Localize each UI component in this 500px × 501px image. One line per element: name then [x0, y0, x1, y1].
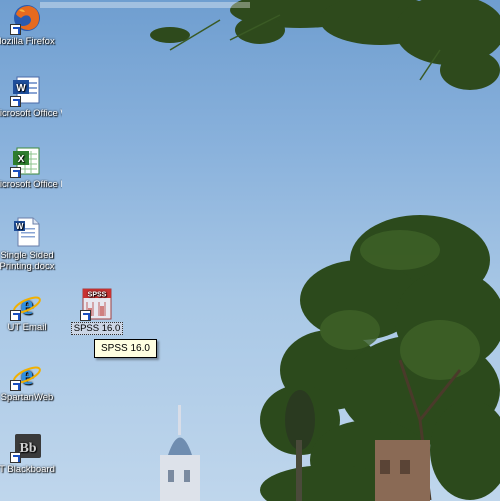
desktop-icon-label: Single Sided Printing.docx: [0, 250, 55, 272]
desktop-icon-document[interactable]: W Single Sided Printing.docx: [0, 216, 62, 272]
desktop-icon-excel[interactable]: X Microsoft Office Ex...: [0, 145, 62, 190]
excel-icon: X: [10, 145, 43, 178]
shortcut-arrow-icon: [10, 96, 21, 107]
internet-explorer-icon: e: [10, 288, 43, 321]
shortcut-arrow-icon: [10, 310, 21, 321]
shortcut-arrow-icon: [10, 167, 21, 178]
desktop-icon-word[interactable]: W Microsoft Office W...: [0, 74, 62, 119]
desktop-icon-firefox[interactable]: lozilla Firefox: [0, 2, 62, 47]
spss-icon: SPSS: [80, 288, 113, 321]
svg-text:e: e: [21, 290, 33, 320]
word-doc-icon: W: [11, 216, 43, 248]
shortcut-arrow-icon: [10, 452, 21, 463]
desktop-icon-label: UT Email: [7, 322, 47, 333]
shortcut-arrow-icon: [10, 380, 21, 391]
svg-text:W: W: [16, 222, 24, 231]
desktop-icon-label: lozilla Firefox: [0, 36, 55, 47]
desktop-icon-blackboard[interactable]: Bb T Blackboard: [0, 430, 62, 475]
word-icon: W: [10, 74, 43, 107]
svg-text:SPSS: SPSS: [88, 292, 107, 299]
desktop-icon-label: T Blackboard: [0, 464, 55, 475]
desktop-background[interactable]: lozilla Firefox W Microsoft Office W...: [0, 0, 500, 501]
internet-explorer-icon: e: [10, 358, 43, 391]
desktop-icon-spss[interactable]: SPSS SPSS 16.0: [62, 288, 132, 338]
svg-text:X: X: [18, 154, 25, 165]
desktop-icon-spartanweb[interactable]: e SpartanWeb: [0, 358, 62, 403]
firefox-icon: [10, 2, 43, 35]
desktop-icon-label: SpartanWeb: [0, 392, 54, 403]
tooltip: SPSS 16.0: [94, 339, 157, 358]
wallpaper-image: [40, 0, 500, 501]
svg-text:W: W: [16, 83, 26, 94]
shortcut-arrow-icon: [10, 24, 21, 35]
blackboard-icon: Bb: [10, 430, 43, 463]
svg-text:Bb: Bb: [19, 441, 36, 456]
desktop-icon-ut-email[interactable]: e UT Email: [0, 288, 62, 333]
shortcut-arrow-icon: [80, 310, 91, 321]
desktop-icon-label: SPSS 16.0: [70, 322, 124, 335]
desktop-icon-label: Microsoft Office W...: [0, 108, 62, 119]
desktop-icon-label: Microsoft Office Ex...: [0, 179, 62, 190]
svg-text:e: e: [21, 360, 33, 390]
